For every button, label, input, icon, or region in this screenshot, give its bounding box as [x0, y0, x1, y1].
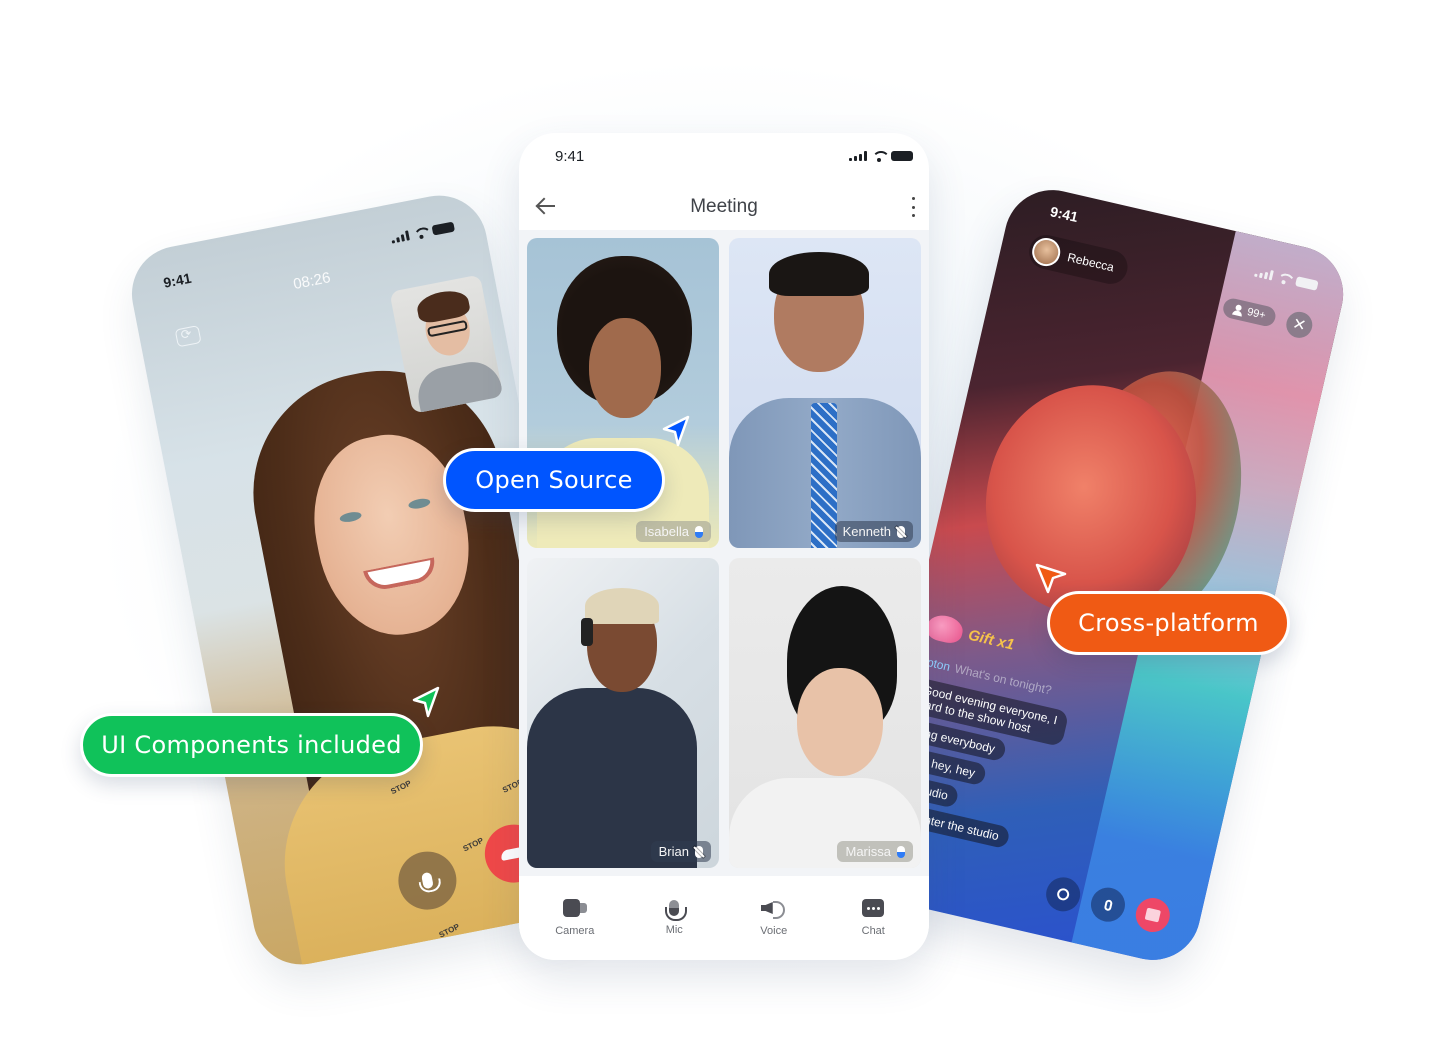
mic-icon [420, 871, 434, 890]
wifi-icon [1276, 272, 1292, 285]
cross-platform-badge: Cross-platform [1047, 591, 1290, 655]
gift-icon [1144, 907, 1161, 923]
status-time: 9:41 [1048, 203, 1080, 226]
toolbar-label: Chat [861, 925, 885, 937]
mic-icon [665, 900, 688, 921]
mic-muted-icon [897, 525, 905, 538]
toolbar-label: Voice [760, 925, 788, 937]
close-icon: ✕ [1290, 315, 1308, 336]
status-time: 9:41 [555, 147, 585, 165]
host-avatar [1029, 235, 1063, 269]
ui-components-badge: UI Components included [80, 713, 423, 777]
mic-muted-icon [695, 845, 703, 858]
speaker-icon [761, 899, 787, 919]
viewer-count: 99+ [1245, 305, 1267, 322]
participant-hair [585, 588, 659, 624]
system-icons [849, 151, 913, 162]
signal-icon [390, 230, 410, 244]
camera-button[interactable]: Camera [540, 899, 610, 937]
participant-tile[interactable]: Kenneth [729, 238, 921, 548]
chat-button[interactable]: Chat [838, 899, 908, 937]
shirt-print: STOP [461, 835, 485, 854]
more-options-icon[interactable] [911, 197, 915, 217]
camera-icon [562, 899, 587, 917]
participant-face [797, 668, 883, 776]
meeting-header: Meeting [519, 185, 929, 229]
participant-label: Marissa [837, 841, 913, 862]
status-time: 9:41 [161, 269, 193, 291]
signal-icon [849, 151, 867, 161]
headphones-icon [581, 618, 593, 646]
host-name: Rebecca [1066, 250, 1116, 275]
meeting-phone: 9:41 Meeting Isabella Kenneth Brian Mari… [519, 133, 929, 960]
participant-tile[interactable]: Marissa [729, 558, 921, 868]
wifi-icon [413, 227, 429, 239]
wifi-icon [872, 151, 890, 162]
battery-icon [891, 151, 913, 161]
shirt-print: STOP [437, 922, 461, 940]
participant-name: Marissa [845, 844, 891, 859]
open-source-badge: Open Source [443, 448, 665, 512]
shirt-print: STOP [389, 778, 413, 797]
participant-label: Isabella [636, 521, 711, 542]
mic-active-icon [695, 525, 703, 538]
battery-icon [431, 221, 456, 236]
toolbar-label: Mic [665, 924, 683, 936]
participant-hair [769, 252, 869, 296]
participant-label: Kenneth [834, 521, 913, 542]
page-title: Meeting [690, 196, 758, 217]
mic-button[interactable] [1087, 884, 1129, 926]
showcase-stage: 9:41 08:26 STOP STOP STOP STOP STOP [0, 0, 1440, 1060]
participant-name: Isabella [644, 524, 689, 539]
mic-button[interactable]: Mic [639, 900, 709, 936]
flip-camera-icon[interactable] [174, 325, 202, 348]
user-icon [1232, 304, 1244, 316]
mic-icon [1103, 898, 1113, 911]
participant-label: Brian [650, 841, 711, 862]
participant-name: Brian [658, 844, 689, 859]
participant-tile[interactable]: Brian [527, 558, 719, 868]
status-bar: 9:41 [555, 147, 913, 165]
chat-icon [862, 899, 885, 917]
participant-face [589, 318, 661, 418]
participant-tie [811, 403, 837, 548]
voice-button[interactable]: Voice [739, 899, 809, 937]
host-badge[interactable]: Rebecca [1025, 231, 1132, 288]
system-icons [390, 221, 456, 244]
camera-button[interactable] [1042, 873, 1084, 915]
mic-active-icon [897, 845, 905, 858]
gift-heart-icon [924, 612, 966, 646]
meeting-toolbar: Camera Mic Voice Chat [519, 876, 929, 960]
webcam-icon [1055, 887, 1071, 902]
toolbar-label: Camera [555, 925, 595, 937]
gift-text: Gift x1 [966, 626, 1016, 654]
participant-grid: Isabella Kenneth Brian Marissa [519, 230, 929, 876]
back-arrow-icon[interactable] [535, 195, 557, 217]
participant-name: Kenneth [842, 524, 891, 539]
